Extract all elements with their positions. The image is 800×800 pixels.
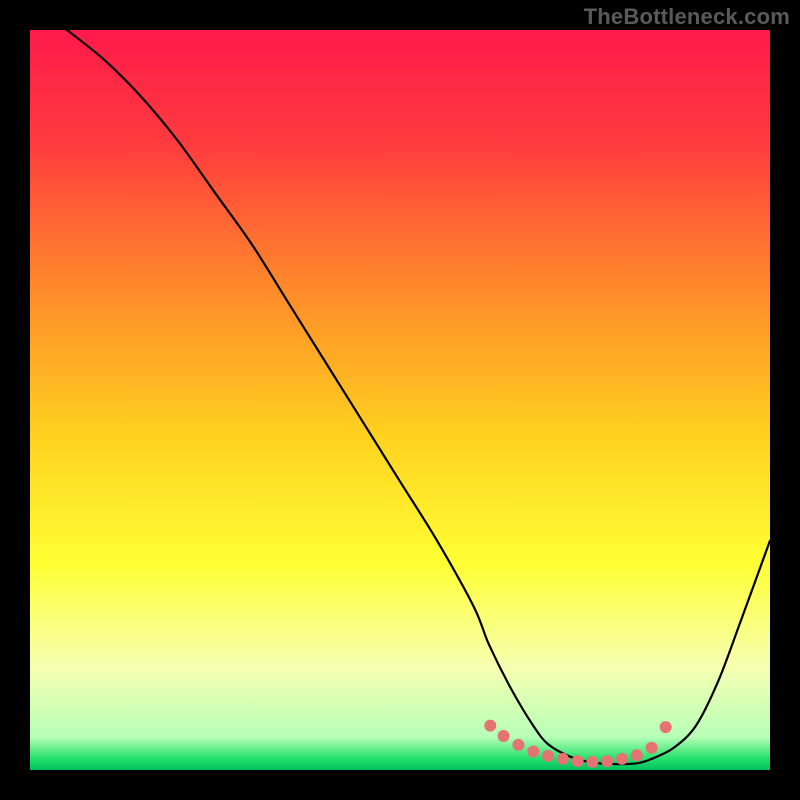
marker-dot	[512, 739, 524, 751]
marker-dot	[601, 755, 613, 767]
marker-dot	[586, 756, 598, 768]
marker-dot	[572, 755, 584, 767]
watermark-text: TheBottleneck.com	[584, 4, 790, 30]
marker-dot	[616, 753, 628, 765]
chart-root: TheBottleneck.com	[0, 0, 800, 800]
marker-dot	[646, 742, 658, 754]
marker-dot	[557, 753, 569, 765]
marker-dot	[527, 746, 539, 758]
marker-dot	[660, 721, 672, 733]
gradient-background	[30, 30, 770, 770]
marker-dot	[498, 730, 510, 742]
marker-dot	[484, 720, 496, 732]
bottleneck-chart	[0, 0, 800, 800]
marker-dot	[631, 749, 643, 761]
marker-dot	[542, 750, 554, 762]
